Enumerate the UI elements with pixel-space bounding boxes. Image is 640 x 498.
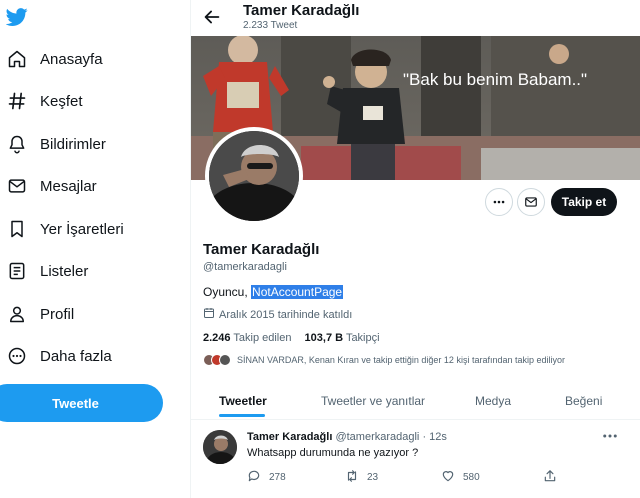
profile-avatar[interactable] [205, 127, 303, 225]
banner-caption: "Bak bu benim Babam.." [403, 70, 587, 89]
nav-profile[interactable]: Profil [0, 296, 74, 332]
active-tab-indicator [219, 414, 265, 417]
nav-home-label: Anasayfa [40, 50, 103, 68]
followers-you-know-text: SİNAN VARDAR, Kenan Kıran ve takip ettiğ… [237, 355, 565, 365]
followers-you-know[interactable]: SİNAN VARDAR, Kenan Kıran ve takip ettiğ… [203, 352, 565, 368]
header-tweet-count: 2.233 Tweet [243, 20, 298, 31]
tweet-text: Whatsapp durumunda ne yazıyor ? [247, 447, 419, 459]
envelope-icon [525, 197, 537, 207]
join-date: Aralık 2015 tarihinde katıldı [203, 307, 352, 322]
back-arrow-icon[interactable] [201, 6, 223, 28]
nav-home[interactable]: Anasayfa [0, 41, 103, 77]
follow-stats: 2.246 Takip edilen 103,7 B Takipçi [203, 332, 380, 344]
profile-handle: @tamerkaradagli [203, 261, 287, 273]
tweet-author-avatar[interactable] [203, 430, 237, 464]
nav-notifications-label: Bildirimler [40, 135, 106, 153]
like-count: 580 [463, 471, 480, 483]
mini-avatar [219, 354, 231, 366]
tab-tweets-replies[interactable]: Tweetler ve yanıtlar [321, 382, 425, 420]
home-icon [2, 47, 32, 71]
more-circle-icon [2, 344, 32, 368]
like-action[interactable]: 580 [441, 469, 480, 485]
following-link[interactable]: 2.246 Takip edilen [203, 332, 291, 344]
left-nav: Anasayfa Keşfet Bildirimler Mesajlar Yer… [0, 0, 190, 498]
follow-button[interactable]: Takip et [551, 188, 617, 216]
nav-messages[interactable]: Mesajlar [0, 168, 97, 204]
nav-more-label: Daha fazla [40, 347, 112, 365]
more-dots-icon [493, 200, 505, 204]
person-icon [2, 302, 32, 326]
join-date-text: Aralık 2015 tarihinde katıldı [219, 308, 353, 321]
nav-notifications[interactable]: Bildirimler [0, 126, 106, 162]
list-icon [2, 259, 32, 283]
bio-text: Oyuncu, [203, 285, 252, 299]
tweet-more-icon[interactable] [601, 429, 619, 443]
following-count: 2.246 [203, 332, 231, 344]
retweet-count: 23 [367, 471, 379, 483]
retweet-icon [345, 469, 359, 486]
profile-column: Tamer Karadağlı 2.233 Tweet "Bak bu beni… [190, 0, 640, 498]
nav-messages-label: Mesajlar [40, 177, 97, 195]
nav-lists-label: Listeler [40, 262, 89, 280]
tweet-author-name[interactable]: Tamer Karadağlı [247, 431, 332, 443]
hashtag-icon [2, 89, 32, 113]
tweet-author-handle[interactable]: @tamerkaradagli [335, 431, 419, 443]
avatar-photo [209, 131, 299, 221]
mail-icon [2, 174, 32, 198]
tweet-time[interactable]: · 12s [422, 431, 446, 443]
nav-explore-label: Keşfet [40, 92, 83, 110]
retweet-action[interactable]: 23 [345, 469, 378, 485]
tweet-compose-button[interactable]: Tweetle [0, 384, 163, 422]
nav-lists[interactable]: Listeler [0, 253, 88, 289]
tab-media[interactable]: Medya [475, 382, 511, 420]
bookmark-icon [2, 217, 32, 241]
profile-bio: Oyuncu, NotAccountPage [203, 285, 344, 299]
nav-explore[interactable]: Keşfet [0, 83, 83, 119]
share-action[interactable] [543, 469, 557, 485]
reply-count: 278 [269, 471, 286, 483]
nav-profile-label: Profil [40, 305, 75, 323]
nav-bookmarks-label: Yer İşaretleri [40, 220, 124, 238]
more-options-button[interactable] [485, 188, 513, 216]
message-button[interactable] [517, 188, 545, 216]
followers-link[interactable]: 103,7 B Takipçi [305, 332, 380, 344]
profile-header-bar: Tamer Karadağlı 2.233 Tweet [191, 0, 640, 36]
following-label: Takip edilen [233, 332, 292, 344]
calendar-icon [203, 307, 215, 322]
tweet-header: Tamer Karadağlı @tamerkaradagli · 12s [247, 431, 447, 443]
bio-highlighted-text: NotAccountPage [251, 285, 344, 299]
share-icon [543, 469, 557, 486]
tweet-item[interactable]: Tamer Karadağlı @tamerkaradagli · 12s Wh… [191, 421, 640, 498]
profile-name: Tamer Karadağlı [203, 241, 320, 258]
reply-icon [247, 469, 261, 486]
followers-label: Takipçi [345, 332, 380, 344]
heart-icon [441, 469, 455, 486]
header-profile-name: Tamer Karadağlı [243, 2, 360, 19]
twitter-bird-icon[interactable] [5, 6, 28, 28]
bell-icon [2, 132, 32, 156]
reply-action[interactable]: 278 [247, 469, 286, 485]
tab-likes[interactable]: Beğeni [565, 382, 602, 420]
nav-bookmarks[interactable]: Yer İşaretleri [0, 211, 124, 247]
followers-count: 103,7 B [304, 332, 344, 344]
nav-more[interactable]: Daha fazla [0, 338, 112, 374]
